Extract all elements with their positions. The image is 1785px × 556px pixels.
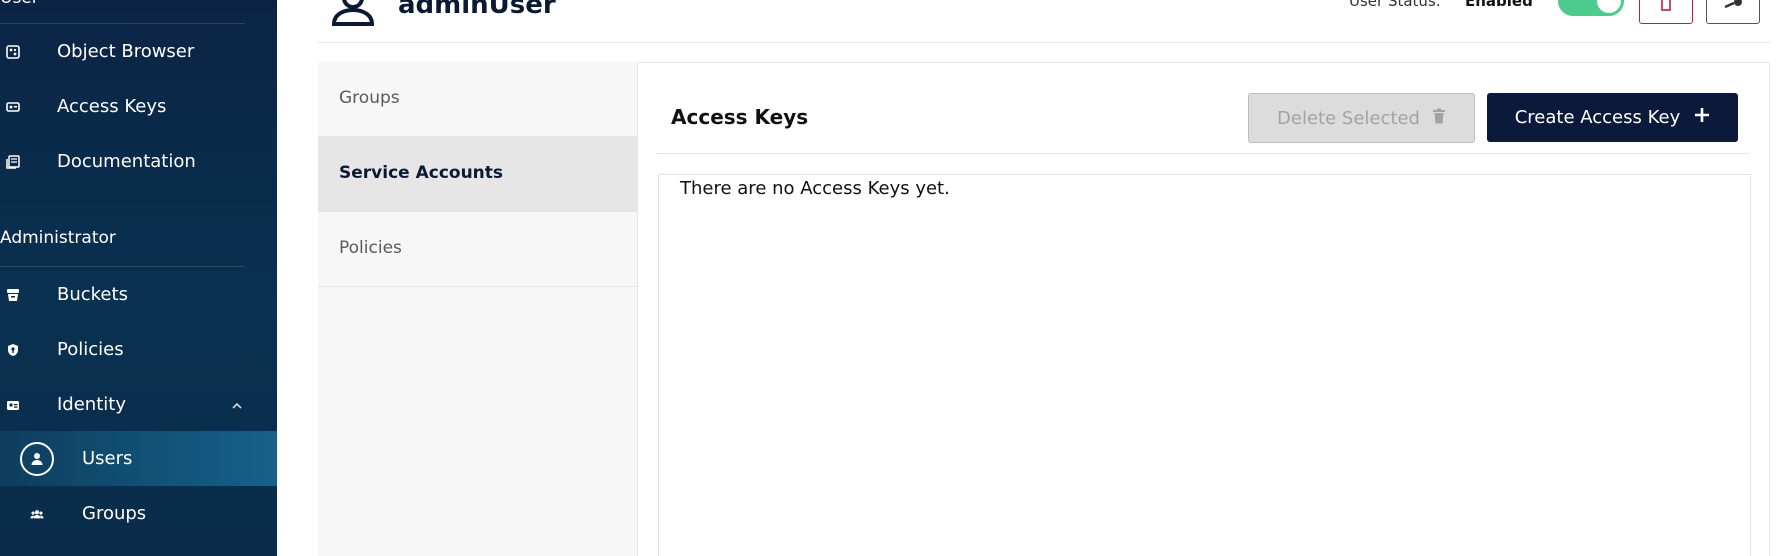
- sidebar-item-label: Buckets: [57, 284, 128, 305]
- toggle-knob: [1597, 0, 1621, 13]
- sidebar-item-label: Object Browser: [57, 41, 195, 62]
- delete-selected-label: Delete Selected: [1277, 107, 1420, 129]
- sidebar-item-label: Access Keys: [57, 96, 167, 117]
- sidebar-item-label: Documentation: [57, 151, 196, 172]
- section-title: Access Keys: [671, 105, 809, 129]
- access-keys-list: There are no Access Keys yet.: [658, 174, 1751, 556]
- identity-icon: [6, 398, 20, 412]
- trash-icon: [1659, 0, 1673, 15]
- sidebar-section-user: User: [0, 0, 39, 8]
- sidebar-item-policies[interactable]: Policies: [0, 322, 277, 377]
- sidebar-item-documentation[interactable]: Documentation: [0, 134, 277, 189]
- policies-icon: [6, 343, 20, 357]
- buckets-icon: [6, 288, 20, 302]
- sidebar-item-object-browser[interactable]: Object Browser: [0, 24, 277, 79]
- chevron-up-icon[interactable]: [230, 398, 244, 412]
- sidebar-item-groups[interactable]: Groups: [0, 486, 277, 541]
- groups-icon: [30, 507, 44, 521]
- tab-label: Groups: [339, 88, 400, 108]
- delete-user-button[interactable]: [1639, 0, 1693, 24]
- tab-groups[interactable]: Groups: [318, 62, 638, 137]
- content-divider: [657, 153, 1750, 154]
- sidebar-item-access-keys[interactable]: Access Keys: [0, 79, 277, 134]
- header-divider: [318, 42, 1770, 43]
- change-password-button[interactable]: [1706, 0, 1760, 24]
- sidebar: User Object Browser Access Keys Document…: [0, 0, 277, 556]
- tab-list: Groups Service Accounts Policies: [318, 62, 638, 556]
- create-access-key-button[interactable]: Create Access Key: [1487, 93, 1738, 142]
- create-access-key-label: Create Access Key: [1514, 107, 1681, 128]
- empty-state-message: There are no Access Keys yet.: [680, 178, 950, 199]
- object-browser-icon: [6, 44, 20, 59]
- tab-service-accounts[interactable]: Service Accounts: [318, 137, 638, 212]
- sidebar-item-users[interactable]: Users: [0, 431, 277, 486]
- sidebar-item-label: Groups: [82, 503, 147, 524]
- key-icon: [1723, 0, 1743, 15]
- sidebar-item-identity[interactable]: Identity: [0, 377, 277, 432]
- user-icon: [20, 441, 54, 476]
- user-avatar-icon: [330, 0, 376, 26]
- user-status-label: User Status:: [1349, 0, 1441, 10]
- sidebar-item-label: Users: [82, 448, 133, 469]
- sidebar-item-label: Identity: [57, 394, 126, 415]
- documentation-icon: [6, 154, 20, 169]
- tab-policies[interactable]: Policies: [318, 212, 638, 287]
- trash-icon: [1432, 108, 1446, 129]
- plus-icon: [1694, 107, 1710, 128]
- user-status-toggle[interactable]: [1558, 0, 1624, 16]
- tab-label: Policies: [339, 238, 402, 258]
- sidebar-item-buckets[interactable]: Buckets: [0, 267, 277, 322]
- sidebar-item-label: Policies: [57, 339, 124, 360]
- tab-label: Service Accounts: [339, 163, 504, 183]
- user-status-value: Enabled: [1465, 0, 1533, 10]
- page-title: adminUser: [398, 0, 556, 20]
- sidebar-section-administrator: Administrator: [0, 228, 116, 248]
- delete-selected-button[interactable]: Delete Selected: [1248, 93, 1475, 143]
- access-keys-icon: [6, 100, 20, 114]
